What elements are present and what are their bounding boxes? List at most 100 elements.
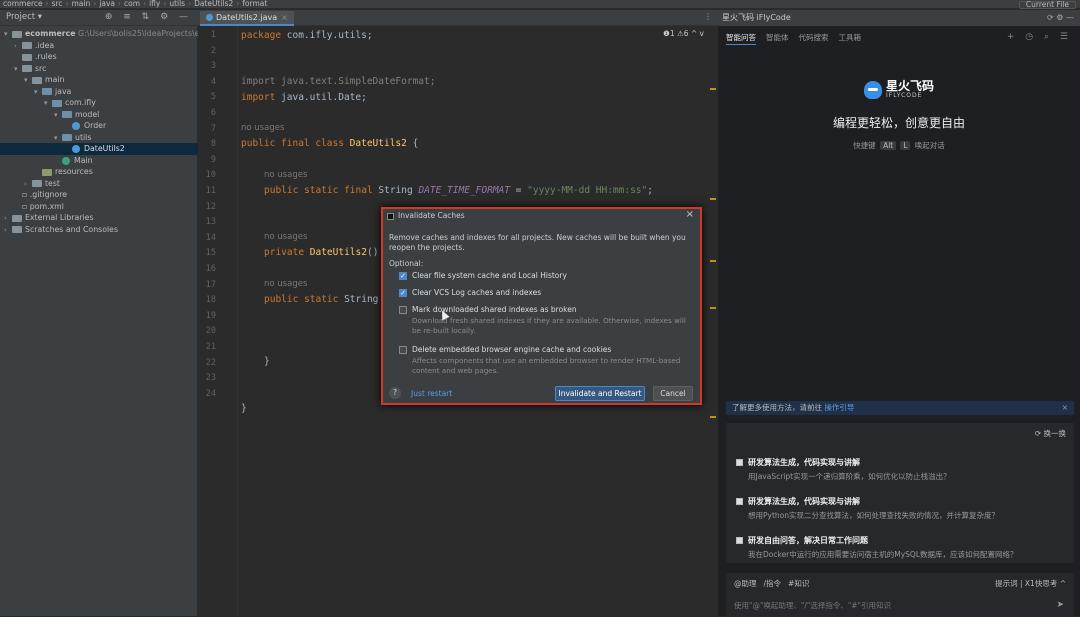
suggestion-card[interactable]: 研发算法生成，代码实现与讲解 想用Python实现二分查找算法，如何处理查找失败的… [736, 496, 1066, 521]
tree-item[interactable]: ▾ main [0, 74, 198, 86]
code-text: = [509, 185, 528, 196]
tree-item-label: pom.xml [29, 201, 64, 211]
refresh-suggestions-button[interactable]: ⟳ 换一换 [1035, 428, 1066, 439]
card-icon [736, 498, 743, 505]
line-number: 19 [205, 310, 216, 321]
assistant-header-tools[interactable]: ⟳ ⚙ — [1047, 10, 1074, 26]
tree-item[interactable]: ▾ com.ifly [0, 97, 198, 109]
tree-item[interactable]: ▫ pom.xml [0, 201, 198, 213]
invalidate-and-restart-button[interactable]: Invalidate and Restart [555, 386, 645, 401]
just-restart-link[interactable]: Just restart [411, 389, 452, 398]
file-icon: ▫ [22, 201, 30, 211]
tree-item[interactable]: ▾ java [0, 86, 198, 98]
keyword: package [241, 30, 282, 41]
change-marker[interactable] [710, 307, 716, 309]
expand-arrow-icon[interactable]: › [4, 225, 12, 237]
ai-assistant-panel: 星火飞码 iFlyCode ⟳ ⚙ — 智能问答 智能体 代码搜索 工具箱 + ◷ ⌕ … [718, 10, 1080, 617]
breadcrumb-item[interactable]: src [49, 0, 66, 7]
send-icon[interactable]: ➤ [1056, 600, 1064, 610]
project-tree[interactable]: ▾ ecommerce G:\Users\bolis25\IdeaProjects… [0, 26, 224, 616]
tree-item[interactable]: › External Libraries [0, 212, 198, 224]
tree-item[interactable]: ▾ utils [0, 132, 198, 144]
cache-option[interactable]: ✓ Clear VCS Log caches and indexes [399, 288, 541, 297]
breadcrumb-item[interactable]: java [96, 0, 118, 7]
tree-item[interactable]: ▾ src [0, 63, 198, 75]
breadcrumb-item[interactable]: commerce [0, 0, 46, 7]
tip-link[interactable]: 操作引导 [824, 403, 854, 412]
run-config-select[interactable]: Current File [1018, 1, 1076, 9]
tree-item[interactable]: Order [0, 120, 198, 132]
usage-hint[interactable]: no usages [241, 170, 307, 180]
close-dialog-icon[interactable]: × [686, 209, 694, 220]
chat-input-placeholder[interactable]: 使用"@"唤起助理、"/"选择指令、"#"引用知识 [734, 600, 891, 611]
assistant-title: 星火飞码 iFlyCode [722, 13, 791, 22]
tree-item-label: .rules [35, 52, 57, 61]
tree-item[interactable]: Main [0, 155, 198, 167]
assistant-tab[interactable]: 智能问答 [726, 32, 756, 45]
suggestion-cards: ⟳ 换一换 研发算法生成，代码实现与讲解 用JavaScript实现一个递归算阶乘… [726, 423, 1074, 563]
usage-hint[interactable]: no usages [241, 279, 307, 289]
breadcrumb-item[interactable]: DateUtils2 [191, 0, 236, 7]
suggestion-card[interactable]: 研发算法生成，代码实现与讲解 用JavaScript实现一个递归算阶乘，如何优化以… [736, 457, 1066, 482]
close-tip-icon[interactable]: × [1062, 401, 1068, 415]
option-checkbox[interactable] [399, 346, 407, 354]
assistant-tab[interactable]: 工具箱 [839, 32, 862, 43]
change-marker[interactable] [710, 416, 716, 418]
tree-item[interactable]: › Scratches and Consoles [0, 224, 198, 236]
model-selector[interactable]: 提示词 | X1快思考 ^ [995, 578, 1066, 589]
change-marker[interactable] [710, 198, 716, 200]
chat-input-box[interactable]: @助理/指令 #知识 提示词 | X1快思考 ^ 使用"@"唤起助理、"/"选择指… [726, 573, 1074, 617]
card-header: 研发算法生成，代码实现与讲解 [736, 457, 1066, 468]
breadcrumb[interactable]: commerce › src › main › java › com › ifly › utils › Da… [0, 0, 270, 8]
input-tool[interactable]: /指令 [764, 579, 782, 588]
usage-hint[interactable]: no usages [241, 123, 284, 133]
type-name: String [344, 294, 379, 305]
input-tool[interactable]: @助理 [734, 579, 757, 588]
tree-item[interactable]: › test [0, 178, 198, 190]
assistant-tab[interactable]: 智能体 [766, 32, 789, 43]
suggestion-card[interactable]: 研发自由问答，解决日常工作问题 我在Docker中运行的应用需要访问宿主机的MyS… [736, 535, 1066, 560]
tree-item[interactable]: .rules [0, 51, 198, 63]
usage-hint[interactable]: no usages [241, 232, 307, 242]
tree-item[interactable]: ▾ model [0, 109, 198, 121]
tab-menu-icon[interactable]: ⋮ [704, 12, 712, 21]
change-marker[interactable] [710, 88, 716, 90]
java-class-icon [206, 14, 213, 21]
line-number: 17 [205, 279, 216, 290]
breadcrumb-item[interactable]: main [69, 0, 94, 7]
breadcrumb-item[interactable]: com [121, 0, 143, 7]
optional-label: Optional: [389, 259, 424, 268]
tree-item[interactable]: ▫ .gitignore [0, 189, 198, 201]
tree-item-label: External Libraries [25, 213, 94, 222]
project-panel-tools[interactable]: ⊕ ≡ ⇅ ⚙ — [105, 12, 192, 22]
tree-item-label: Order [84, 121, 107, 130]
tab-dateutils2[interactable]: DateUtils2.java × [200, 11, 294, 26]
tree-item[interactable]: DateUtils2 [0, 143, 198, 155]
tree-item[interactable]: resources [0, 166, 198, 178]
cache-option[interactable]: Delete embedded browser engine cache and… [399, 345, 692, 375]
option-checkbox[interactable]: ✓ [399, 272, 407, 280]
option-label: Delete embedded browser engine cache and… [412, 345, 612, 354]
line-number: 11 [205, 186, 216, 196]
cache-option[interactable]: ✓ Clear file system cache and Local Histo… [399, 271, 567, 280]
tree-item[interactable]: ▾ ecommerce G:\Users\bolis25\IdeaProjects… [0, 28, 224, 40]
help-icon[interactable]: ? [389, 387, 401, 399]
inspection-widget[interactable]: ❶1 ⚠6 ^ v [663, 29, 704, 38]
close-tab-icon[interactable]: × [281, 13, 288, 22]
change-marker[interactable] [710, 260, 716, 262]
input-tool[interactable]: #知识 [788, 579, 809, 588]
field-name: DATE_TIME_FORMAT [418, 185, 510, 196]
tree-item-label: ecommerce [25, 29, 76, 38]
project-view-selector[interactable]: Project ▾ [6, 12, 42, 22]
cancel-button[interactable]: Cancel [653, 386, 693, 401]
assistant-toolbar[interactable]: + ◷ ⌕ ☰ [1007, 32, 1072, 42]
tree-item[interactable]: › .idea [0, 40, 198, 52]
assistant-header: 星火飞码 iFlyCode ⟳ ⚙ — [718, 10, 1080, 26]
line-number: 13 [205, 217, 216, 228]
breadcrumb-item[interactable]: format [239, 0, 270, 7]
option-checkbox[interactable] [399, 306, 407, 314]
breadcrumb-item[interactable]: utils [166, 0, 188, 7]
assistant-tab[interactable]: 代码搜索 [799, 32, 829, 43]
breadcrumb-item[interactable]: ifly [146, 0, 163, 7]
option-checkbox[interactable]: ✓ [399, 289, 407, 297]
